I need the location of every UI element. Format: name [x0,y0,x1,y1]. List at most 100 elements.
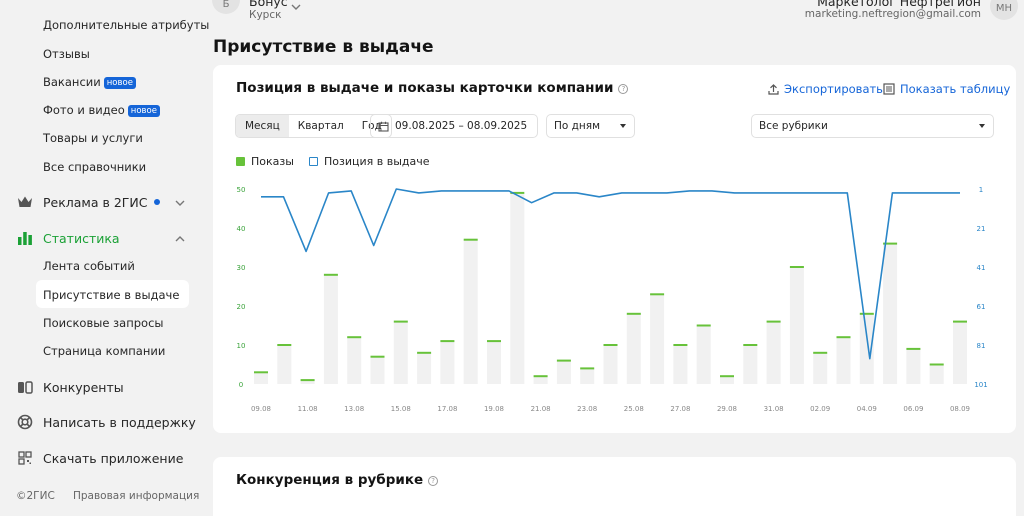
y-right-tick-label: 81 [977,342,986,350]
y-left-tick-label: 50 [237,186,246,194]
legend-views-label: Показы [251,155,294,168]
export-button[interactable]: Экспортировать [768,82,883,96]
user-avatar[interactable]: МН [990,0,1018,20]
tab-month[interactable]: Месяц [236,115,289,137]
bar-cap [650,293,665,296]
sidebar: Дополнительные атрибуты Отзывы Вакансии н… [0,0,209,516]
bar-cap [743,344,758,346]
sidebar-item-ads[interactable]: Реклама в 2ГИС [16,193,160,211]
sidebar-item-download-app[interactable]: Скачать приложение [16,449,183,467]
legend-swatch-views [236,157,245,166]
date-range-value: 09.08.2025 – 08.09.2025 [395,120,528,132]
legend-position-label: Позиция в выдаче [324,155,430,168]
company-avatar[interactable]: Б [212,0,240,14]
sidebar-item-competitors[interactable]: Конкуренты [16,378,124,396]
bar-cap [300,379,315,382]
y-right-tick-label: 21 [977,225,986,233]
sidebar-item-label: Реклама в 2ГИС [43,194,148,210]
sidebar-item-label: Фото и видео [43,103,125,117]
show-table-button[interactable]: Показать таблицу [883,82,1010,96]
bar [393,321,408,384]
bar-cap [463,238,478,241]
bar-cap [440,340,455,343]
bar-chart-icon [16,229,34,247]
date-range-picker[interactable]: 09.08.2025 – 08.09.2025 [370,114,538,138]
bar [883,243,898,384]
sidebar-item-label: Поисковые запросы [43,316,164,330]
bar-cap [929,363,944,366]
caret-down-icon [620,124,626,128]
rubric-select[interactable]: Все рубрики [751,114,994,138]
sidebar-item-events[interactable]: Лента событий [43,259,135,273]
bar [953,321,967,384]
copyright: ©2ГИС [16,490,55,502]
bar [696,325,711,384]
help-icon[interactable]: ? [428,476,439,486]
chevron-up-icon[interactable] [174,233,186,245]
x-tick-label: 17.08 [437,405,457,413]
caret-down-icon [979,124,985,128]
sidebar-item-company-page[interactable]: Страница компании [43,344,165,358]
legal-info-link[interactable]: Правовая информация [73,490,199,502]
chevron-down-icon[interactable] [174,197,186,209]
x-tick-label: 19.08 [484,405,504,413]
sidebar-item-label: Дополнительные атрибуты [43,18,210,32]
bar-cap [323,273,338,276]
show-table-label: Показать таблицу [900,82,1011,96]
calendar-icon [378,121,389,132]
legend-views[interactable]: Показы [236,155,294,168]
x-tick-label: 27.08 [670,405,690,413]
x-tick-label: 25.08 [624,405,644,413]
sidebar-item-reviews[interactable]: Отзывы [43,47,90,61]
card-title-text: Позиция в выдаче и показы карточки компа… [236,80,614,96]
sidebar-item-support[interactable]: Написать в поддержку [16,413,196,431]
bar-cap [953,320,967,323]
chevron-down-icon[interactable] [290,1,302,13]
sidebar-item-directories[interactable]: Все справочники [43,160,146,174]
bar-cap [626,312,641,315]
bar [533,376,548,384]
sidebar-item-label: Конкуренты [43,379,124,395]
sidebar-item-photos[interactable]: Фото и видео новое [43,103,160,117]
competitors-icon [16,378,34,396]
page-title: Присутствие в выдаче [213,37,434,57]
bar-cap [254,371,268,374]
upload-icon [768,83,779,95]
presence-card: Позиция в выдаче и показы карточки компа… [213,65,1016,433]
bar [417,352,432,384]
sidebar-item-attributes[interactable]: Дополнительные атрибуты [43,18,209,32]
x-tick-label: 08.09 [950,405,970,413]
sidebar-item-presence[interactable]: Присутствие в выдаче [43,288,179,302]
x-tick-label: 06.09 [903,405,923,413]
bar [487,341,501,384]
bar [766,321,781,384]
company-city: Курск [249,9,282,21]
bar-cap [556,359,571,362]
sidebar-item-goods[interactable]: Товары и услуги [43,131,143,145]
legend-position[interactable]: Позиция в выдаче [309,155,430,168]
card-title: Конкуренция в рубрике? [236,472,439,488]
x-tick-label: 31.08 [764,405,784,413]
competition-card: Конкуренция в рубрике? [213,457,1016,516]
y-left-tick-label: 30 [237,264,246,272]
bar-cap [673,344,688,346]
sidebar-item-search-queries[interactable]: Поисковые запросы [43,316,163,330]
y-left-tick-label: 20 [237,303,246,311]
bar [836,337,851,384]
rubric-value: Все рубрики [759,120,828,132]
sidebar-item-statistics[interactable]: Статистика [16,229,120,247]
company-name[interactable]: Бонус [249,0,288,9]
bar-cap [580,367,595,370]
bar-cap [533,375,548,378]
sidebar-item-vacancies[interactable]: Вакансии новое [43,75,136,89]
sidebar-item-label: Товары и услуги [43,131,143,145]
bar-cap [789,266,804,268]
bar [463,239,478,384]
help-icon[interactable]: ? [618,84,629,94]
granularity-select[interactable]: По дням [546,114,635,138]
user-email: marketing.neftregion@gmail.com [804,8,981,20]
sidebar-item-label: Все справочники [43,160,147,174]
tab-quarter[interactable]: Квартал [289,115,353,137]
sidebar-item-label: Отзывы [43,47,90,61]
y-right-tick-label: 101 [974,381,987,389]
